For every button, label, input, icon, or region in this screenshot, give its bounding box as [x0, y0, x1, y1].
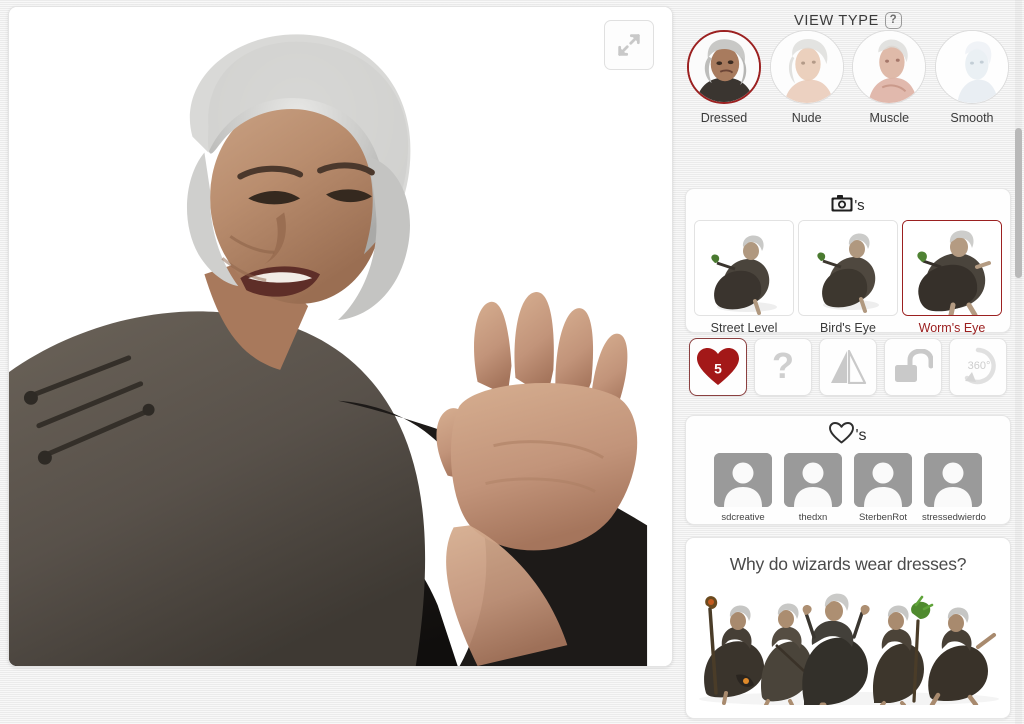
- view-type-option-dressed[interactable]: Dressed: [685, 30, 763, 125]
- smooth-bust-thumbnail: [935, 31, 1008, 103]
- camera-section-header: 's: [690, 193, 1006, 220]
- avatar: [924, 453, 982, 507]
- camera-thumb-worms-eye: [902, 220, 1002, 316]
- wizard-worms-eye-thumbnail: [903, 221, 1001, 315]
- view-type-thumb-muscle: [852, 30, 927, 104]
- view-type-label-nude: Nude: [791, 111, 822, 125]
- heart-outline-glyph: [829, 422, 855, 444]
- default-avatar-icon: [854, 453, 912, 507]
- rotate-360-button[interactable]: 360°: [949, 338, 1007, 396]
- scrollbar-thumb[interactable]: [1015, 128, 1022, 278]
- camera-glyph: [831, 195, 853, 212]
- camera-option-street-level[interactable]: Street Level: [694, 220, 794, 335]
- default-avatar-icon: [714, 453, 772, 507]
- rotate-360-icon: 360°: [964, 347, 996, 385]
- view-type-options: Dressed Nude Muscle Smooth: [681, 30, 1015, 148]
- like-username: stressedwierdo: [922, 512, 986, 523]
- avatar: [854, 453, 912, 507]
- like-user-2[interactable]: SterbenRot: [852, 453, 914, 523]
- default-avatar-icon: [924, 453, 982, 507]
- view-type-thumb-dressed: [687, 30, 761, 104]
- unlocked-padlock-icon: [895, 349, 933, 382]
- likes-title-suffix: 's: [855, 426, 867, 444]
- camera-thumb-street-level: [694, 220, 794, 316]
- like-username: SterbenRot: [858, 512, 908, 523]
- view-type-header: VIEW TYPE ?: [681, 0, 1015, 29]
- nude-bust-thumbnail: [770, 31, 843, 103]
- mirror-button[interactable]: [819, 338, 877, 396]
- camera-angles-panel: 's Street Level Bird's Eye Worm's Eye: [685, 188, 1011, 335]
- character-figure: [9, 7, 672, 666]
- muscle-bust-thumbnail: [853, 31, 926, 103]
- view-type-label-smooth: Smooth: [950, 111, 994, 125]
- view-type-option-smooth[interactable]: Smooth: [933, 30, 1011, 125]
- like-user-3[interactable]: stressedwierdo: [922, 453, 986, 523]
- camera-icon: [831, 195, 853, 216]
- dressed-bust-thumbnail: [689, 32, 759, 102]
- view-type-thumb-nude: [769, 30, 844, 104]
- like-username: thedxn: [798, 512, 828, 523]
- like-username: sdcreative: [721, 512, 765, 523]
- figure-viewport[interactable]: [8, 6, 673, 667]
- like-user-1[interactable]: thedxn: [782, 453, 844, 523]
- view-type-option-nude[interactable]: Nude: [768, 30, 846, 125]
- view-type-option-muscle[interactable]: Muscle: [850, 30, 928, 125]
- likes-panel: 's sdcreative thedxn SterbenRot stressed…: [685, 415, 1011, 525]
- unlock-button[interactable]: [884, 338, 942, 396]
- promo-title: Why do wizards wear dresses?: [729, 554, 967, 574]
- camera-option-birds-eye[interactable]: Bird's Eye: [798, 220, 898, 335]
- camera-thumb-birds-eye: [798, 220, 898, 316]
- view-type-thumb-smooth: [934, 30, 1009, 104]
- svg-text:?: ?: [772, 348, 794, 386]
- view-type-title: VIEW TYPE: [794, 12, 879, 29]
- favorite-button[interactable]: 5: [689, 338, 747, 396]
- scrollbar-track[interactable]: [1015, 0, 1022, 724]
- avatar: [714, 453, 772, 507]
- camera-title-suffix: 's: [854, 197, 865, 214]
- view-type-label-muscle: Muscle: [869, 111, 910, 125]
- fullscreen-button[interactable]: [604, 20, 654, 70]
- wizard-street-level-thumbnail: [695, 221, 793, 315]
- heart-outline-icon: [829, 422, 855, 449]
- help-button[interactable]: ?: [754, 338, 812, 396]
- view-type-label-dressed: Dressed: [700, 111, 748, 125]
- camera-option-worms-eye[interactable]: Worm's Eye: [902, 220, 1002, 335]
- rotate-360-label: 360°: [968, 360, 991, 372]
- figure-render-stage[interactable]: [9, 7, 672, 666]
- expand-arrows-icon: [618, 34, 640, 56]
- mirror-flip-icon: [831, 350, 867, 384]
- promo-card[interactable]: Why do wizards wear dresses?: [685, 537, 1011, 719]
- favorite-count: 5: [714, 360, 722, 377]
- default-avatar-icon: [784, 453, 842, 507]
- control-sidebar: VIEW TYPE ? Dressed Nude Muscle Smooth '…: [681, 0, 1015, 724]
- like-user-0[interactable]: sdcreative: [712, 453, 774, 523]
- avatar: [784, 453, 842, 507]
- view-type-help-icon[interactable]: ?: [885, 12, 902, 29]
- promo-artwork: [686, 575, 1010, 708]
- likes-section-header: 's: [686, 422, 1010, 449]
- wizard-group-illustration: [686, 575, 1010, 708]
- wizard-birds-eye-thumbnail: [799, 221, 897, 315]
- action-buttons-row: 5 ? 360°: [685, 333, 1011, 401]
- question-mark-icon: ?: [772, 348, 794, 386]
